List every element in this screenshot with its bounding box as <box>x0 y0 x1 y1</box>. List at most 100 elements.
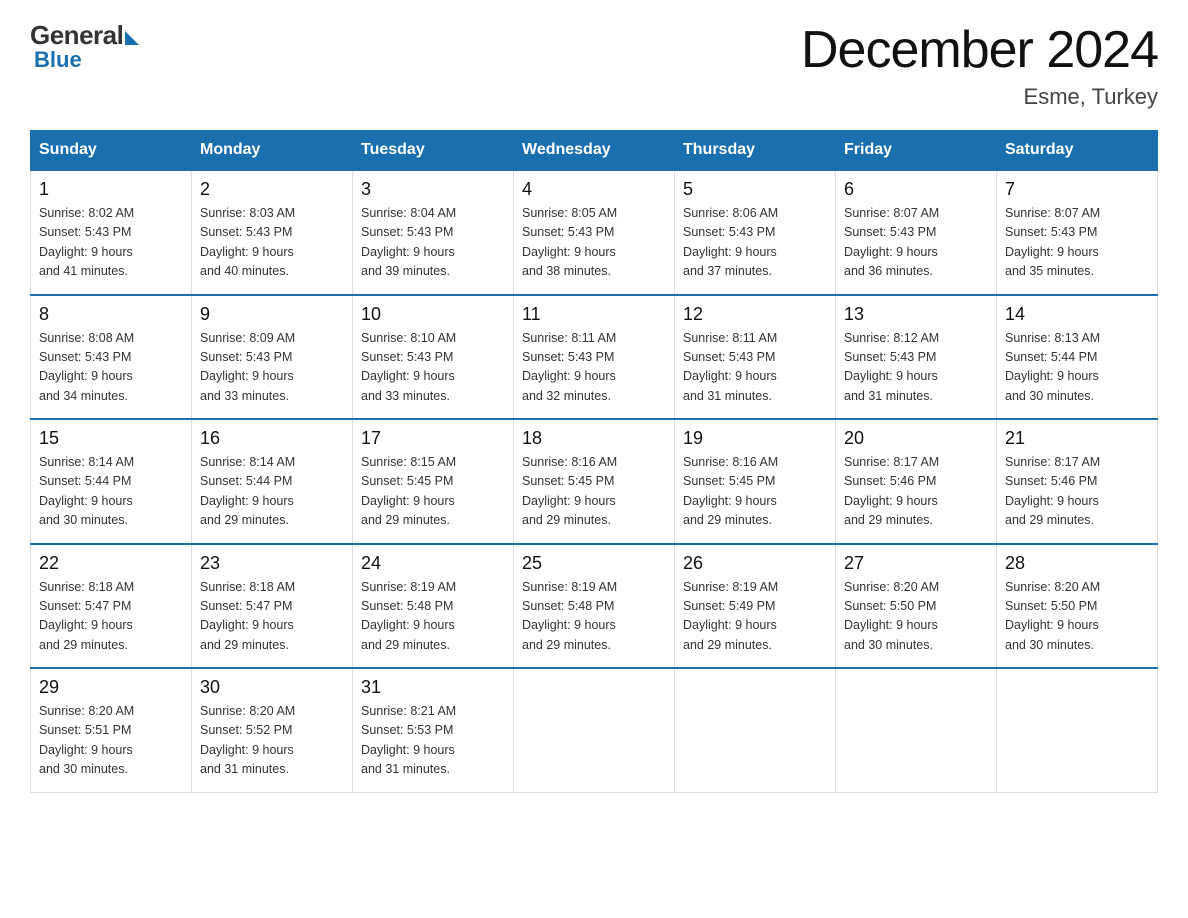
calendar-day-10: 10 Sunrise: 8:10 AMSunset: 5:43 PMDayligh… <box>353 295 514 420</box>
day-number: 4 <box>522 179 666 200</box>
calendar-day-5: 5 Sunrise: 8:06 AMSunset: 5:43 PMDaylight… <box>675 170 836 295</box>
day-number: 31 <box>361 677 505 698</box>
calendar-week-row: 22 Sunrise: 8:18 AMSunset: 5:47 PMDayligh… <box>31 544 1158 669</box>
calendar-title: December 2024 <box>801 20 1158 80</box>
day-info: Sunrise: 8:14 AMSunset: 5:44 PMDaylight:… <box>39 453 183 531</box>
day-info: Sunrise: 8:11 AMSunset: 5:43 PMDaylight:… <box>522 329 666 407</box>
weekday-header-sunday: Sunday <box>31 131 192 171</box>
day-info: Sunrise: 8:18 AMSunset: 5:47 PMDaylight:… <box>200 578 344 656</box>
day-info: Sunrise: 8:15 AMSunset: 5:45 PMDaylight:… <box>361 453 505 531</box>
day-number: 14 <box>1005 304 1149 325</box>
day-number: 25 <box>522 553 666 574</box>
day-info: Sunrise: 8:14 AMSunset: 5:44 PMDaylight:… <box>200 453 344 531</box>
day-number: 3 <box>361 179 505 200</box>
day-info: Sunrise: 8:20 AMSunset: 5:50 PMDaylight:… <box>1005 578 1149 656</box>
day-info: Sunrise: 8:17 AMSunset: 5:46 PMDaylight:… <box>844 453 988 531</box>
calendar-day-16: 16Sunrise: 8:14 AMSunset: 5:44 PMDayligh… <box>192 419 353 544</box>
calendar-day-13: 13 Sunrise: 8:12 AMSunset: 5:43 PMDayligh… <box>836 295 997 420</box>
day-number: 21 <box>1005 428 1149 449</box>
calendar-day-11: 11 Sunrise: 8:11 AMSunset: 5:43 PMDayligh… <box>514 295 675 420</box>
calendar-empty-cell <box>675 668 836 792</box>
calendar-week-row: 1 Sunrise: 8:02 AMSunset: 5:43 PMDaylight… <box>31 170 1158 295</box>
day-info: Sunrise: 8:20 AMSunset: 5:50 PMDaylight:… <box>844 578 988 656</box>
day-info: Sunrise: 8:19 AMSunset: 5:49 PMDaylight:… <box>683 578 827 656</box>
weekday-header-thursday: Thursday <box>675 131 836 171</box>
day-info: Sunrise: 8:06 AMSunset: 5:43 PMDaylight:… <box>683 204 827 282</box>
day-info: Sunrise: 8:02 AMSunset: 5:43 PMDaylight:… <box>39 204 183 282</box>
logo-blue-text: Blue <box>34 47 82 73</box>
calendar-day-21: 21 Sunrise: 8:17 AMSunset: 5:46 PMDayligh… <box>997 419 1158 544</box>
day-number: 15 <box>39 428 183 449</box>
day-number: 9 <box>200 304 344 325</box>
day-number: 24 <box>361 553 505 574</box>
day-info: Sunrise: 8:07 AMSunset: 5:43 PMDaylight:… <box>1005 204 1149 282</box>
day-number: 7 <box>1005 179 1149 200</box>
day-number: 10 <box>361 304 505 325</box>
day-number: 30 <box>200 677 344 698</box>
day-number: 29 <box>39 677 183 698</box>
calendar-day-29: 29 Sunrise: 8:20 AMSunset: 5:51 PMDayligh… <box>31 668 192 792</box>
calendar-day-31: 31 Sunrise: 8:21 AMSunset: 5:53 PMDayligh… <box>353 668 514 792</box>
weekday-header-wednesday: Wednesday <box>514 131 675 171</box>
day-number: 8 <box>39 304 183 325</box>
calendar-empty-cell <box>997 668 1158 792</box>
calendar-day-28: 28 Sunrise: 8:20 AMSunset: 5:50 PMDayligh… <box>997 544 1158 669</box>
day-number: 28 <box>1005 553 1149 574</box>
calendar-day-7: 7 Sunrise: 8:07 AMSunset: 5:43 PMDaylight… <box>997 170 1158 295</box>
day-number: 22 <box>39 553 183 574</box>
calendar-day-3: 3 Sunrise: 8:04 AMSunset: 5:43 PMDaylight… <box>353 170 514 295</box>
calendar-empty-cell <box>514 668 675 792</box>
calendar-day-30: 30 Sunrise: 8:20 AMSunset: 5:52 PMDayligh… <box>192 668 353 792</box>
day-number: 2 <box>200 179 344 200</box>
day-number: 5 <box>683 179 827 200</box>
day-number: 26 <box>683 553 827 574</box>
day-info: Sunrise: 8:09 AMSunset: 5:43 PMDaylight:… <box>200 329 344 407</box>
calendar-day-27: 27 Sunrise: 8:20 AMSunset: 5:50 PMDayligh… <box>836 544 997 669</box>
weekday-header-monday: Monday <box>192 131 353 171</box>
calendar-day-26: 26 Sunrise: 8:19 AMSunset: 5:49 PMDayligh… <box>675 544 836 669</box>
calendar-day-12: 12Sunrise: 8:11 AMSunset: 5:43 PMDayligh… <box>675 295 836 420</box>
calendar-day-25: 25 Sunrise: 8:19 AMSunset: 5:48 PMDayligh… <box>514 544 675 669</box>
day-info: Sunrise: 8:21 AMSunset: 5:53 PMDaylight:… <box>361 702 505 780</box>
day-number: 27 <box>844 553 988 574</box>
calendar-day-6: 6Sunrise: 8:07 AMSunset: 5:43 PMDaylight… <box>836 170 997 295</box>
calendar-day-19: 19Sunrise: 8:16 AMSunset: 5:45 PMDayligh… <box>675 419 836 544</box>
day-info: Sunrise: 8:20 AMSunset: 5:52 PMDaylight:… <box>200 702 344 780</box>
calendar-week-row: 15 Sunrise: 8:14 AMSunset: 5:44 PMDayligh… <box>31 419 1158 544</box>
calendar-day-2: 2Sunrise: 8:03 AMSunset: 5:43 PMDaylight… <box>192 170 353 295</box>
day-number: 17 <box>361 428 505 449</box>
calendar-day-22: 22Sunrise: 8:18 AMSunset: 5:47 PMDayligh… <box>31 544 192 669</box>
day-number: 20 <box>844 428 988 449</box>
day-number: 1 <box>39 179 183 200</box>
day-info: Sunrise: 8:07 AMSunset: 5:43 PMDaylight:… <box>844 204 988 282</box>
logo: General Blue <box>30 20 139 73</box>
calendar-day-24: 24Sunrise: 8:19 AMSunset: 5:48 PMDayligh… <box>353 544 514 669</box>
calendar-day-14: 14Sunrise: 8:13 AMSunset: 5:44 PMDayligh… <box>997 295 1158 420</box>
day-info: Sunrise: 8:16 AMSunset: 5:45 PMDaylight:… <box>683 453 827 531</box>
calendar-day-9: 9 Sunrise: 8:09 AMSunset: 5:43 PMDaylight… <box>192 295 353 420</box>
day-number: 18 <box>522 428 666 449</box>
day-info: Sunrise: 8:08 AMSunset: 5:43 PMDaylight:… <box>39 329 183 407</box>
weekday-header-row: SundayMondayTuesdayWednesdayThursdayFrid… <box>31 131 1158 171</box>
day-number: 12 <box>683 304 827 325</box>
calendar-empty-cell <box>836 668 997 792</box>
day-info: Sunrise: 8:04 AMSunset: 5:43 PMDaylight:… <box>361 204 505 282</box>
calendar-day-4: 4Sunrise: 8:05 AMSunset: 5:43 PMDaylight… <box>514 170 675 295</box>
day-info: Sunrise: 8:12 AMSunset: 5:43 PMDaylight:… <box>844 329 988 407</box>
day-info: Sunrise: 8:10 AMSunset: 5:43 PMDaylight:… <box>361 329 505 407</box>
day-info: Sunrise: 8:19 AMSunset: 5:48 PMDaylight:… <box>522 578 666 656</box>
weekday-header-friday: Friday <box>836 131 997 171</box>
day-number: 23 <box>200 553 344 574</box>
calendar-day-20: 20 Sunrise: 8:17 AMSunset: 5:46 PMDayligh… <box>836 419 997 544</box>
weekday-header-saturday: Saturday <box>997 131 1158 171</box>
day-number: 11 <box>522 304 666 325</box>
day-info: Sunrise: 8:20 AMSunset: 5:51 PMDaylight:… <box>39 702 183 780</box>
day-info: Sunrise: 8:17 AMSunset: 5:46 PMDaylight:… <box>1005 453 1149 531</box>
title-section: December 2024 Esme, Turkey <box>801 20 1158 110</box>
calendar-week-row: 29 Sunrise: 8:20 AMSunset: 5:51 PMDayligh… <box>31 668 1158 792</box>
logo-arrow-icon <box>125 31 139 45</box>
day-info: Sunrise: 8:16 AMSunset: 5:45 PMDaylight:… <box>522 453 666 531</box>
calendar-day-23: 23 Sunrise: 8:18 AMSunset: 5:47 PMDayligh… <box>192 544 353 669</box>
day-number: 13 <box>844 304 988 325</box>
calendar-subtitle: Esme, Turkey <box>801 84 1158 110</box>
